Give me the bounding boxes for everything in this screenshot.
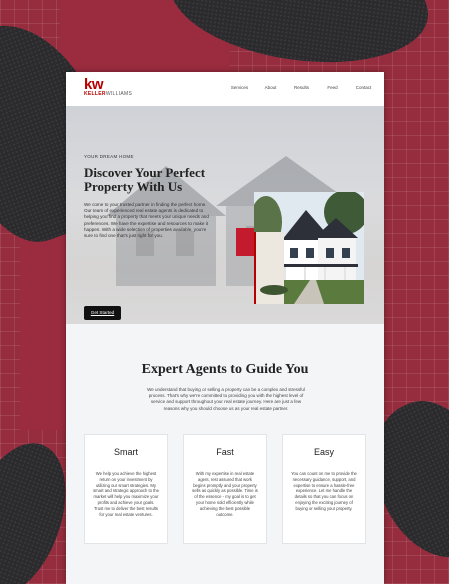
hero-house-photo xyxy=(254,192,364,304)
website-mockup: kw KELLERWILLIAMS Services About Results… xyxy=(66,72,384,584)
feature-cards: Smart We help you achieve the highest re… xyxy=(84,434,366,544)
card-text: You can count on me to provide the neces… xyxy=(291,471,357,511)
main-nav: Services About Results Feed Contact xyxy=(224,85,379,90)
navbar: kw KELLERWILLIAMS Services About Results… xyxy=(66,72,384,106)
card-title: Fast xyxy=(216,447,234,457)
card-title: Smart xyxy=(113,447,138,457)
photo-accent-block xyxy=(236,228,256,256)
nav-item-services[interactable]: Services xyxy=(224,85,255,90)
card-text: With my expertise in real estate agent, … xyxy=(192,471,258,517)
hero-title: Discover Your Perfect Property With Us xyxy=(84,165,206,194)
logo-wordmark: KELLERWILLIAMS xyxy=(84,91,133,97)
feature-card-smart: Smart We help you achieve the highest re… xyxy=(84,434,168,544)
card-title: Easy xyxy=(313,447,334,457)
brand-logo[interactable]: kw KELLERWILLIAMS xyxy=(84,76,133,98)
nav-item-contact[interactable]: Contact xyxy=(348,85,379,90)
hero-section: YOUR DREAM HOME Discover Your Perfect Pr… xyxy=(66,106,384,324)
nav-item-results[interactable]: Results xyxy=(286,85,317,90)
hero-description: We come to your trusted partner in findi… xyxy=(84,202,209,239)
logo-mark: kw xyxy=(84,76,104,93)
feature-card-easy: Easy You can count on me to provide the … xyxy=(282,434,366,544)
nav-item-feed[interactable]: Feed xyxy=(317,85,348,90)
feature-card-fast: Fast With my expertise in real estate ag… xyxy=(183,434,267,544)
get-started-button[interactable]: Get Started xyxy=(84,306,121,320)
card-text: We help you achieve the highest return o… xyxy=(93,471,159,517)
agents-section-title: Expert Agents to Guide You xyxy=(141,362,309,377)
hero-eyebrow: YOUR DREAM HOME xyxy=(84,154,134,159)
nav-item-about[interactable]: About xyxy=(255,85,286,90)
agents-section-description: We understand that buying or selling a p… xyxy=(147,387,305,411)
